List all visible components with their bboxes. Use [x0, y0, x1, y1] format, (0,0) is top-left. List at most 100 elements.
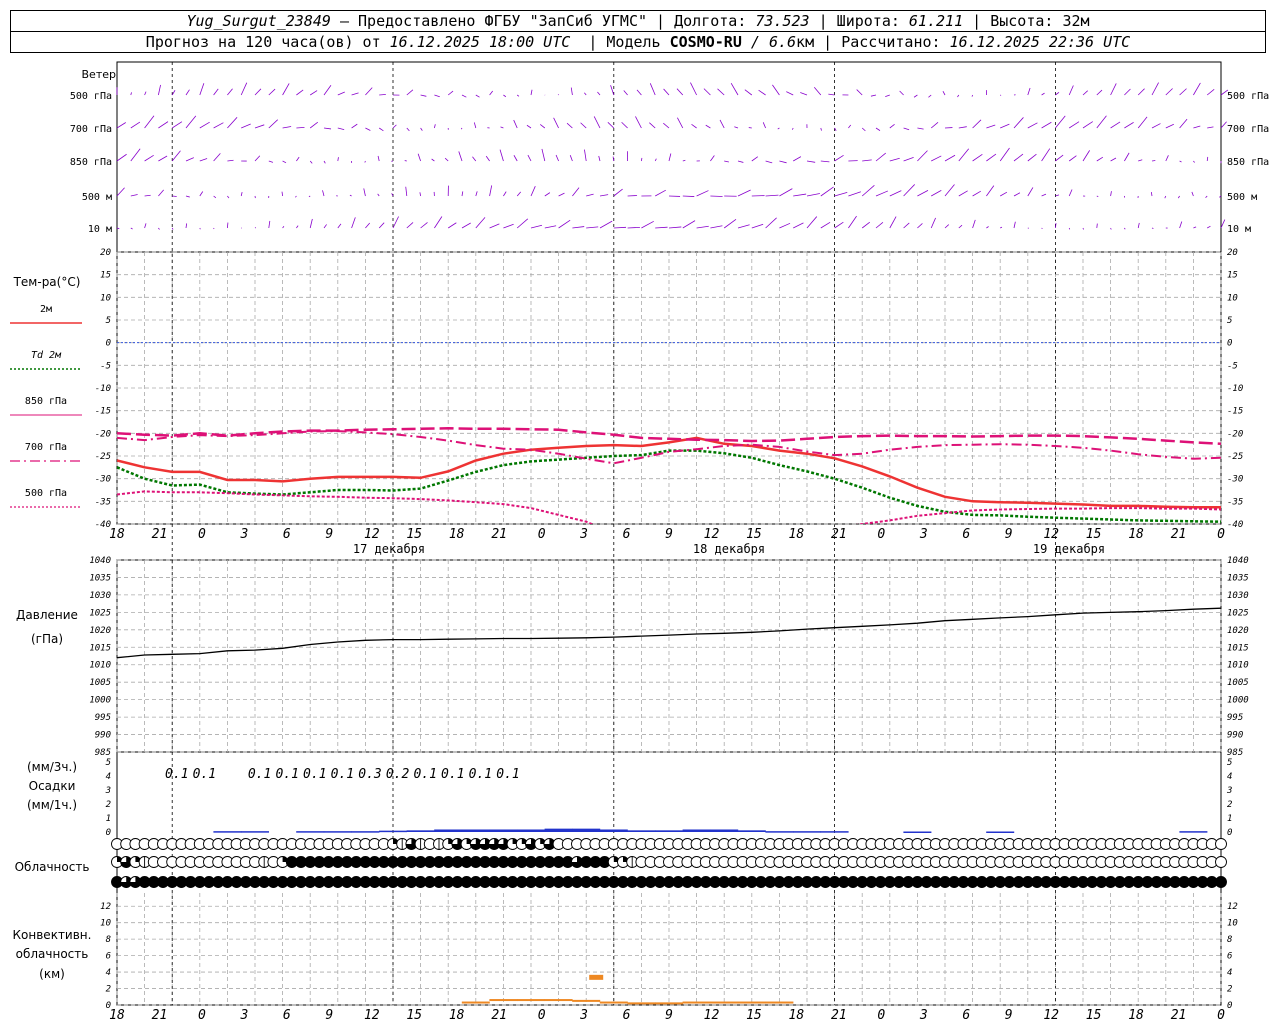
wind-barb	[793, 156, 802, 162]
wind-barb	[1027, 187, 1034, 197]
wind-barb	[744, 89, 753, 96]
temp-y-tick-right: -10	[1227, 384, 1243, 394]
wind-barb	[958, 190, 968, 197]
wind-barb	[351, 92, 359, 96]
x-tick-label-temp: 21	[152, 527, 168, 542]
conv-bar	[517, 999, 545, 1002]
wind-barb	[734, 126, 739, 129]
wind-barb	[828, 93, 835, 96]
temp-y-tick-left: 0	[106, 339, 111, 349]
wind-barb	[1137, 116, 1148, 129]
conv-bar	[627, 1002, 656, 1005]
x-tick-label-temp: 6	[283, 527, 291, 542]
wind-barb	[944, 224, 950, 229]
precip-y-tick-right: 3	[1226, 786, 1232, 796]
wind-barb	[1193, 82, 1201, 96]
wind-barb	[1150, 192, 1153, 197]
wind-barb	[349, 194, 352, 197]
wind-barb	[1207, 126, 1214, 129]
wind-barb	[254, 124, 265, 129]
wind-barb	[682, 195, 695, 197]
wind-barb	[158, 155, 168, 162]
x-tick-label-conv: 15	[406, 1008, 422, 1023]
precip-bar	[682, 829, 711, 832]
wind-barb	[199, 191, 204, 197]
wind-barb	[572, 187, 580, 197]
wind-barb	[931, 155, 942, 162]
wind-barb	[682, 159, 686, 162]
precip-y-tick-left: 2	[106, 800, 111, 810]
wind-barb	[1151, 227, 1154, 229]
press-y-tick-left: 1005	[89, 678, 111, 688]
wind-level-label-left: 500 гПа	[70, 91, 112, 102]
wind-barb	[972, 119, 982, 129]
wind-barb	[1193, 125, 1201, 129]
x-tick-label-conv: 21	[831, 1008, 847, 1023]
wind-barb	[1013, 153, 1024, 162]
wind-barb	[485, 155, 490, 162]
wind-barb	[598, 155, 601, 162]
x-tick-label-temp: 12	[704, 527, 720, 542]
temp-y-tick-left: -10	[95, 384, 111, 394]
x-tick-label-conv: 18	[1128, 1008, 1144, 1023]
wind-barb	[986, 185, 995, 197]
wind-barb	[1055, 115, 1066, 129]
temp-y-tick-left: -40	[95, 520, 111, 530]
wind-barb	[623, 90, 628, 96]
wind-barb	[1138, 159, 1143, 162]
wind-barb	[1124, 152, 1130, 162]
wind-barb	[663, 88, 670, 96]
precip-bar	[434, 829, 463, 832]
temp-y-tick-left: 20	[100, 248, 111, 258]
press-y-tick-right: 1005	[1227, 678, 1249, 688]
temp-y-tick-left: -15	[95, 407, 111, 417]
x-tick-label-temp: 0	[1217, 527, 1225, 542]
wind-barb	[281, 191, 283, 197]
wind-barb	[1096, 115, 1107, 129]
conv-bar	[572, 999, 601, 1002]
x-tick-label-conv: 18	[789, 1008, 805, 1023]
temp-y-tick-right: -35	[1227, 497, 1243, 507]
precip-bar	[572, 828, 601, 832]
wind-barb	[1220, 121, 1227, 129]
x-tick-label-temp: 18	[449, 527, 465, 542]
wind-barb	[1055, 194, 1060, 197]
wind-barb	[475, 217, 486, 229]
wind-barb	[240, 82, 248, 96]
wind-barb	[323, 224, 327, 229]
precip-bar	[627, 830, 656, 832]
x-tick-label-temp: 0	[877, 527, 885, 542]
wind-barb	[942, 91, 946, 96]
date-label: 18 декабря	[693, 542, 765, 556]
cloud-cover-icon	[1215, 838, 1227, 850]
wind-barb	[268, 88, 276, 96]
wind-barb	[570, 87, 573, 96]
press-y-tick-left: 1020	[89, 626, 111, 636]
wind-barb	[765, 160, 773, 164]
precip-bar	[655, 830, 683, 832]
wind-barb	[820, 160, 830, 163]
wind-level-label-left: 850 гПа	[70, 157, 112, 168]
wind-barb	[116, 187, 125, 197]
wind-barb	[806, 160, 816, 163]
wind-barb	[1027, 122, 1038, 129]
wind-barb	[1165, 123, 1174, 129]
wind-barb	[296, 156, 300, 162]
conv-y-tick-right: 6	[1227, 952, 1232, 962]
wind-barb	[365, 87, 373, 96]
x-tick-label-conv: 6	[283, 1008, 291, 1023]
x-tick-label-temp: 6	[962, 527, 970, 542]
wind-barb	[593, 116, 601, 129]
wind-barb	[417, 153, 421, 162]
wind-barb	[171, 150, 181, 162]
wind-barb	[703, 88, 711, 96]
wind-barb	[158, 121, 169, 129]
wind-barb	[530, 186, 536, 197]
wind-barb	[724, 160, 729, 163]
wind-barb	[917, 223, 923, 229]
wind-barb	[636, 89, 642, 96]
wind-barb	[682, 220, 696, 229]
wind-barb	[171, 121, 183, 129]
temp-y-tick-right: -15	[1227, 407, 1243, 417]
wind-barb	[806, 193, 820, 197]
